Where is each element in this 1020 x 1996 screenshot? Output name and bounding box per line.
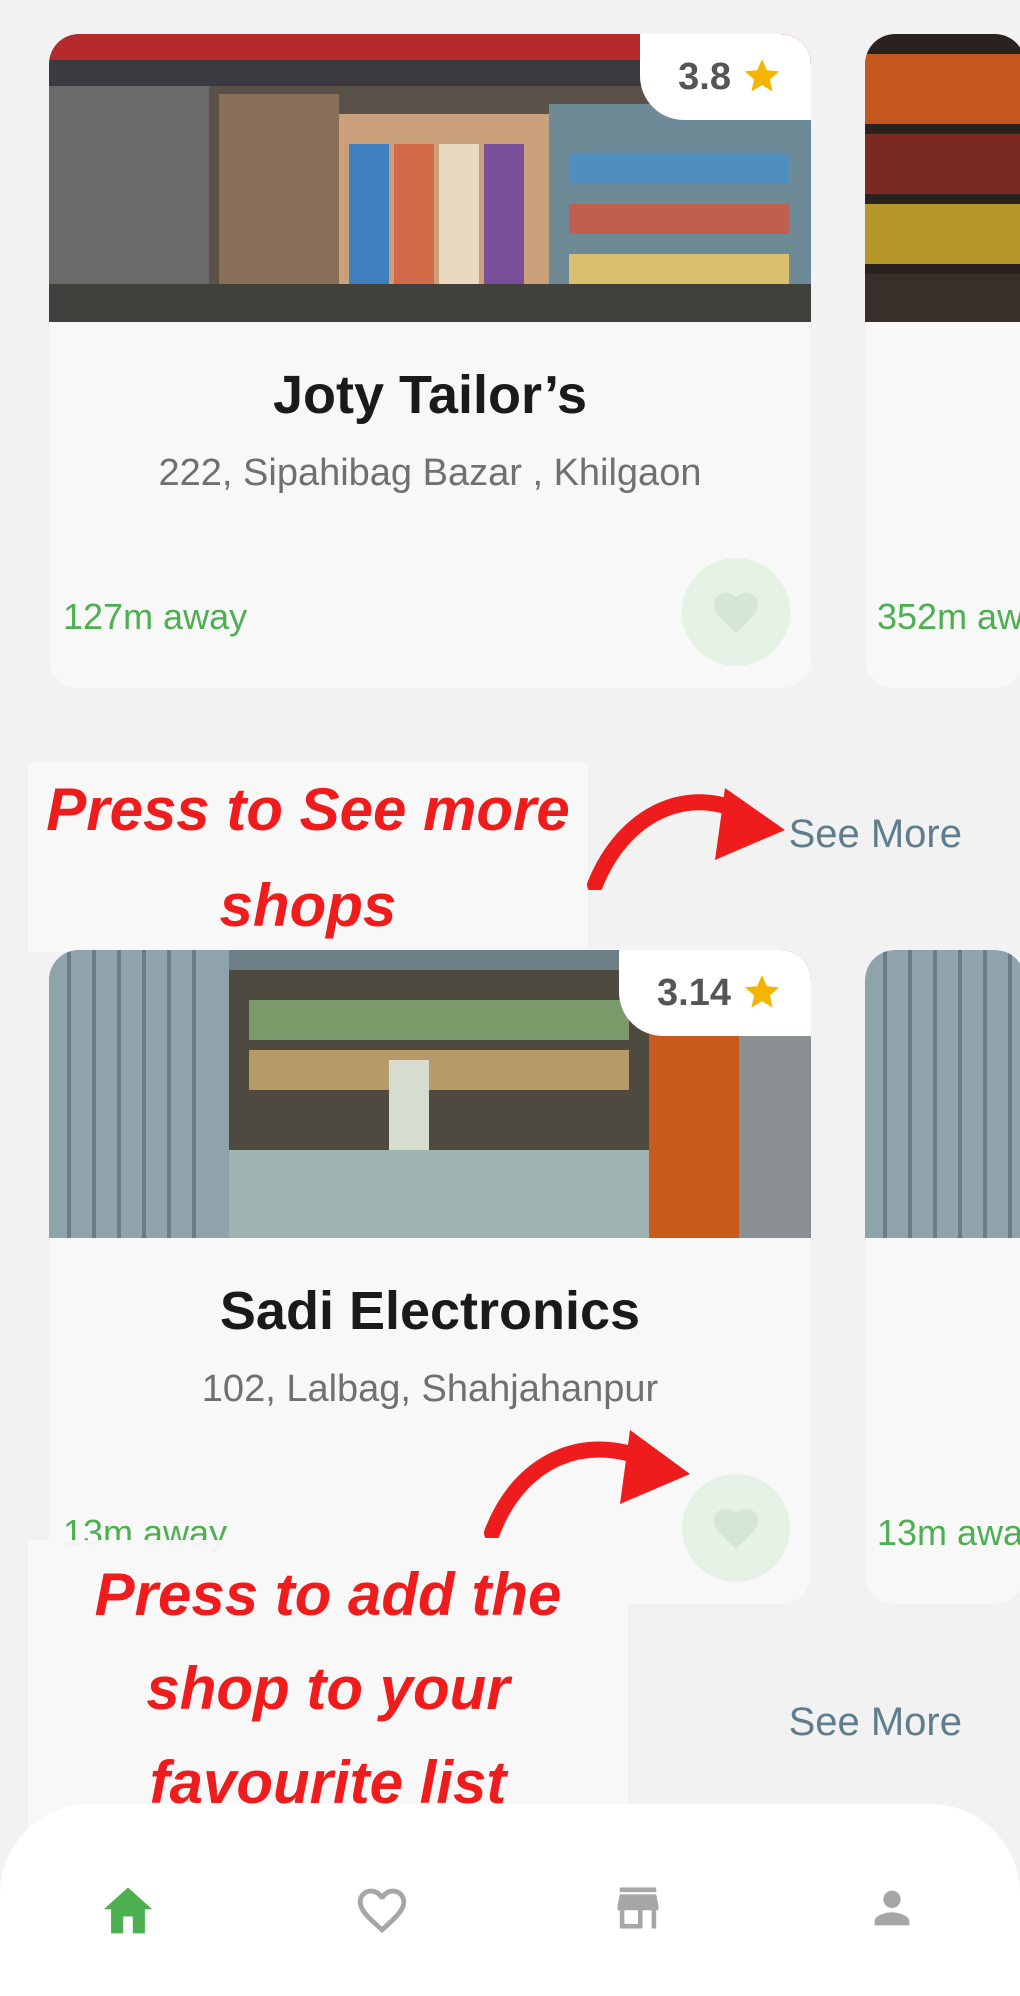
shop-photo xyxy=(865,950,1020,1238)
shop-name: Sadi Electronics xyxy=(219,1281,641,1341)
shop-name: Joty Tailor’s xyxy=(272,365,588,425)
favourite-button[interactable] xyxy=(682,558,790,666)
shop-photo: 3.8 xyxy=(49,34,811,322)
star-icon xyxy=(743,975,781,1011)
arrow-icon xyxy=(587,788,785,890)
shop-photo: 3.14 xyxy=(49,950,811,1238)
shop-card-peek[interactable]: 13m away xyxy=(865,950,1020,1604)
see-more-link[interactable]: See More xyxy=(789,1700,962,1745)
heart-outline-icon xyxy=(353,1881,411,1940)
shop-address: 102, Lalbag, Shahjahanpur xyxy=(201,1368,659,1410)
store-icon xyxy=(610,1883,666,1938)
shop-distance: 13m away xyxy=(877,1512,1020,1553)
shop-distance: 127m away xyxy=(63,596,248,637)
nav-shops[interactable] xyxy=(608,1880,668,1940)
heart-icon xyxy=(709,586,763,639)
home-icon xyxy=(99,1882,157,1939)
star-icon xyxy=(743,59,781,95)
shop-address: 222, Sipahibag Bazar , Khilgaon xyxy=(158,452,702,494)
heart-icon xyxy=(709,1502,763,1555)
nav-profile[interactable] xyxy=(862,1880,922,1940)
rating-badge: 3.8 xyxy=(640,34,811,120)
nav-home[interactable] xyxy=(98,1880,158,1940)
bottom-navigation xyxy=(0,1804,1020,1996)
shop-card[interactable]: 3.8 Joty Tailor’s 222, Sipahibag Bazar ,… xyxy=(49,34,811,688)
rating-value: 3.14 xyxy=(657,971,731,1014)
shop-photo xyxy=(865,34,1020,322)
arrow-icon xyxy=(484,1430,690,1538)
shop-card-peek[interactable]: 352m away xyxy=(865,34,1020,688)
shop-distance: 352m away xyxy=(877,596,1020,637)
see-more-link[interactable]: See More xyxy=(789,812,962,857)
rating-badge: 3.14 xyxy=(619,950,811,1036)
nav-favourites[interactable] xyxy=(352,1880,412,1940)
see-more-hint: Press to See more shops xyxy=(28,762,588,952)
favourite-hint: Press to add the shop to your favourite … xyxy=(28,1540,628,1836)
rating-value: 3.8 xyxy=(678,55,731,98)
shop-row-1: 3.8 Joty Tailor’s 222, Sipahibag Bazar ,… xyxy=(0,34,1020,694)
person-icon xyxy=(866,1882,918,1939)
